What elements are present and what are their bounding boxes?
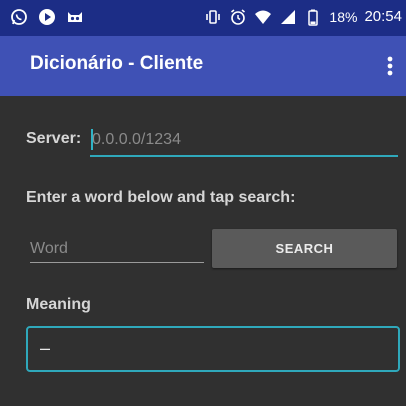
clock-time: 20:54 <box>364 8 402 25</box>
text-cursor <box>91 129 93 150</box>
meaning-label: Meaning <box>26 296 91 313</box>
status-bar-system: 18% 20:54 <box>204 8 402 26</box>
status-bar: 18% 20:54 <box>0 0 406 36</box>
meaning-text: – <box>40 338 51 358</box>
overflow-menu-icon[interactable] <box>378 48 402 84</box>
cat-icon <box>68 12 82 22</box>
search-button[interactable]: SEARCH <box>212 229 397 268</box>
app-toolbar: Dicionário - Cliente <box>0 36 406 96</box>
battery-icon <box>308 9 319 26</box>
play-icon <box>39 9 55 25</box>
alarm-icon <box>231 9 246 25</box>
server-field-row: Server: <box>26 128 398 157</box>
status-bar-notifications <box>10 8 84 26</box>
server-input[interactable] <box>90 128 396 152</box>
whatsapp-icon <box>11 9 27 25</box>
signal-icon <box>281 10 296 24</box>
vibrate-icon <box>206 10 221 24</box>
word-input[interactable] <box>30 238 200 260</box>
page-title: Dicionário - Cliente <box>30 53 204 74</box>
battery-percent: 18% <box>329 9 358 25</box>
server-input-underline <box>90 155 398 157</box>
meaning-output-box: – <box>26 326 400 372</box>
server-label: Server: <box>26 130 82 147</box>
wifi-icon <box>255 10 272 24</box>
word-input-underline <box>30 262 204 263</box>
search-instruction: Enter a word below and tap search: <box>26 189 296 206</box>
